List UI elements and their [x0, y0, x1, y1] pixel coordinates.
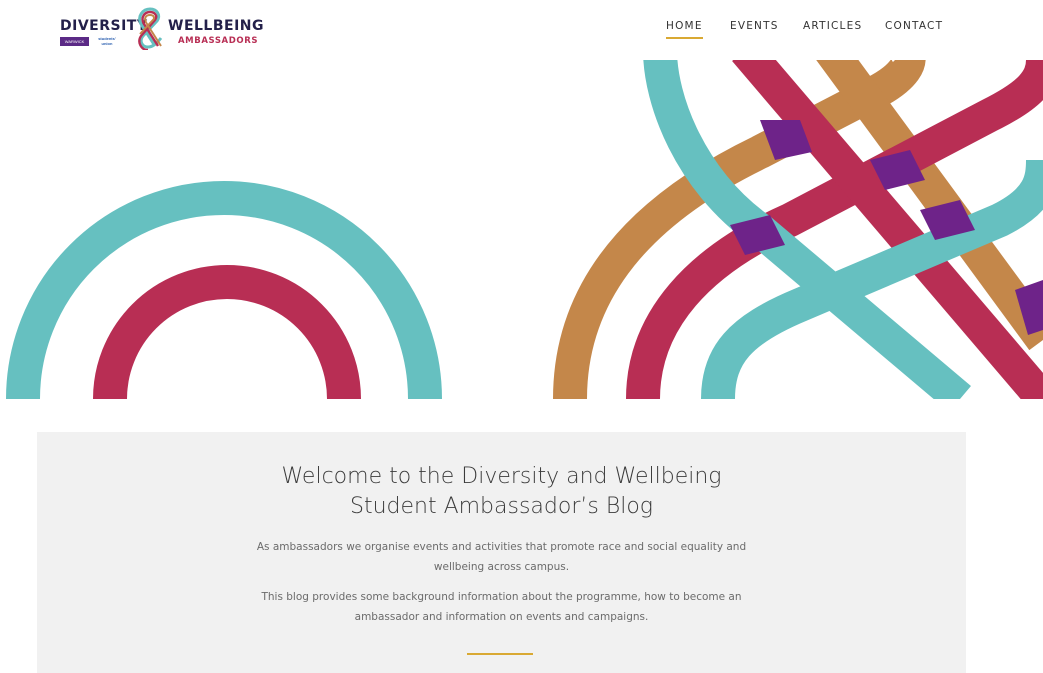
- hero-banner: [0, 60, 1043, 399]
- welcome-title-line1: Welcome to the Diversity and Wellbeing: [281, 464, 722, 489]
- welcome-panel: Welcome to the Diversity and Wellbeing S…: [37, 432, 966, 673]
- welcome-title-line2: Student Ambassador’s Blog: [349, 494, 654, 519]
- paragraph1-line2: wellbeing across campus.: [433, 561, 570, 573]
- nav-contact[interactable]: CONTACT: [885, 20, 943, 32]
- site-header: DIVERSITY WELLBEING AMBASSADORS WARWICK …: [0, 0, 1043, 60]
- welcome-paragraph-2: This blog provides some background infor…: [251, 587, 752, 627]
- welcome-title: Welcome to the Diversity and Wellbeing S…: [37, 462, 966, 522]
- paragraph2-line1: This blog provides some background infor…: [261, 591, 742, 603]
- nav-home[interactable]: HOME: [666, 20, 703, 39]
- section-divider: [467, 653, 533, 655]
- welcome-paragraph-1: As ambassadors we organise events and ac…: [251, 537, 752, 577]
- nav-articles[interactable]: ARTICLES: [803, 20, 862, 32]
- hero-graphic: [6, 60, 1043, 399]
- paragraph1-line1: As ambassadors we organise events and ac…: [256, 541, 747, 553]
- nav-events[interactable]: EVENTS: [730, 20, 779, 32]
- main-nav: HOME EVENTS ARTICLES CONTACT: [0, 20, 1043, 44]
- paragraph2-line2: ambassador and information on events and…: [354, 611, 649, 623]
